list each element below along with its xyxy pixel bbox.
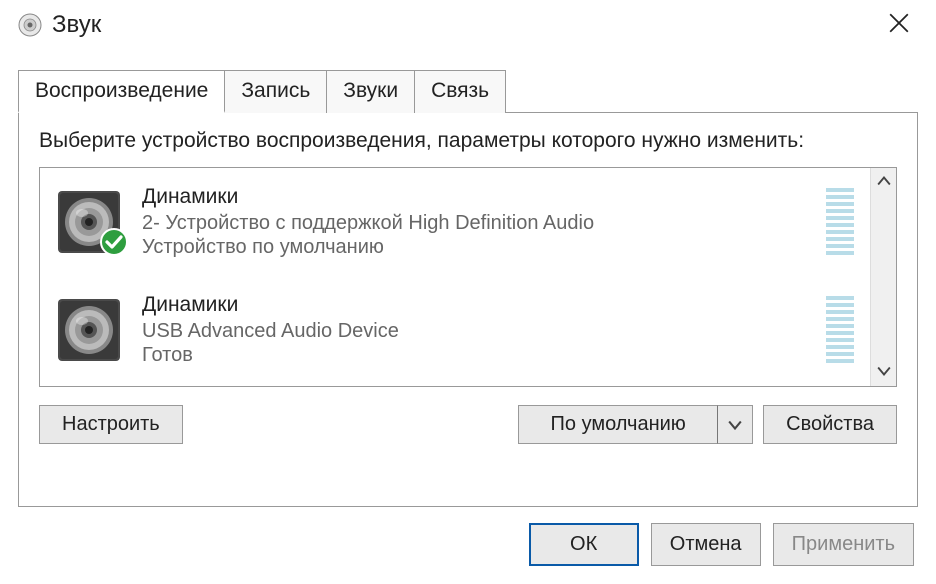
button-label: По умолчанию xyxy=(551,413,686,435)
device-info: Динамики 2- Устройство с поддержкой High… xyxy=(142,185,812,259)
dialog-button-row: ОК Отмена Применить xyxy=(0,507,936,584)
set-default-split-button: По умолчанию xyxy=(518,405,753,444)
device-list-container: Динамики 2- Устройство с поддержкой High… xyxy=(39,167,897,387)
chevron-down-icon xyxy=(728,413,742,435)
tab-strip: Воспроизведение Запись Звуки Связь xyxy=(18,70,918,113)
device-row[interactable]: Динамики 2- Устройство с поддержкой High… xyxy=(40,168,870,276)
device-list[interactable]: Динамики 2- Устройство с поддержкой High… xyxy=(40,168,870,386)
tab-panel-playback: Выберите устройство воспроизведения, пар… xyxy=(18,112,918,507)
tab-sounds[interactable]: Звуки xyxy=(326,70,415,113)
properties-button[interactable]: Свойства xyxy=(763,405,897,444)
ok-button[interactable]: ОК xyxy=(529,523,639,566)
tab-label: Звуки xyxy=(343,79,398,102)
button-label: ОК xyxy=(570,533,597,555)
button-label: Свойства xyxy=(786,413,874,435)
configure-button[interactable]: Настроить xyxy=(39,405,183,444)
button-label: Отмена xyxy=(670,533,742,555)
button-label: Применить xyxy=(792,533,895,555)
set-default-dropdown[interactable] xyxy=(717,405,753,444)
device-description: USB Advanced Audio Device xyxy=(142,319,812,344)
set-default-button[interactable]: По умолчанию xyxy=(518,405,718,444)
content-area: Воспроизведение Запись Звуки Связь Выбер… xyxy=(0,50,936,507)
sound-app-icon xyxy=(18,13,42,37)
close-icon[interactable] xyxy=(880,11,918,39)
window-title: Звук xyxy=(52,11,880,39)
tab-label: Запись xyxy=(241,79,310,102)
level-meter xyxy=(824,294,856,366)
tab-label: Воспроизведение xyxy=(35,79,208,102)
tab-playback[interactable]: Воспроизведение xyxy=(18,70,225,113)
scroll-down-icon[interactable] xyxy=(875,362,893,382)
tab-communications[interactable]: Связь xyxy=(414,70,506,113)
apply-button[interactable]: Применить xyxy=(773,523,914,566)
sound-dialog: Звук Воспроизведение Запись Звуки Связь … xyxy=(0,0,936,584)
level-meter xyxy=(824,186,856,258)
titlebar: Звук xyxy=(0,0,936,50)
device-name: Динамики xyxy=(142,185,812,209)
device-status: Готов xyxy=(142,344,812,367)
tab-recording[interactable]: Запись xyxy=(224,70,327,113)
device-description: 2- Устройство с поддержкой High Definiti… xyxy=(142,211,812,236)
button-label: Настроить xyxy=(62,413,160,435)
device-status: Устройство по умолчанию xyxy=(142,236,812,259)
cancel-button[interactable]: Отмена xyxy=(651,523,761,566)
scroll-up-icon[interactable] xyxy=(875,172,893,192)
default-check-icon xyxy=(100,228,128,261)
tab-label: Связь xyxy=(431,79,489,102)
spacer xyxy=(193,405,508,444)
device-action-row: Настроить По умолчанию Свойства xyxy=(39,405,897,444)
instruction-text: Выберите устройство воспроизведения, пар… xyxy=(39,127,897,155)
device-info: Динамики USB Advanced Audio Device Готов xyxy=(142,293,812,367)
device-row[interactable]: Динамики USB Advanced Audio Device Готов xyxy=(40,276,870,384)
speaker-icon xyxy=(54,295,124,365)
speaker-icon xyxy=(54,187,124,257)
scrollbar[interactable] xyxy=(870,168,896,386)
device-name: Динамики xyxy=(142,293,812,317)
